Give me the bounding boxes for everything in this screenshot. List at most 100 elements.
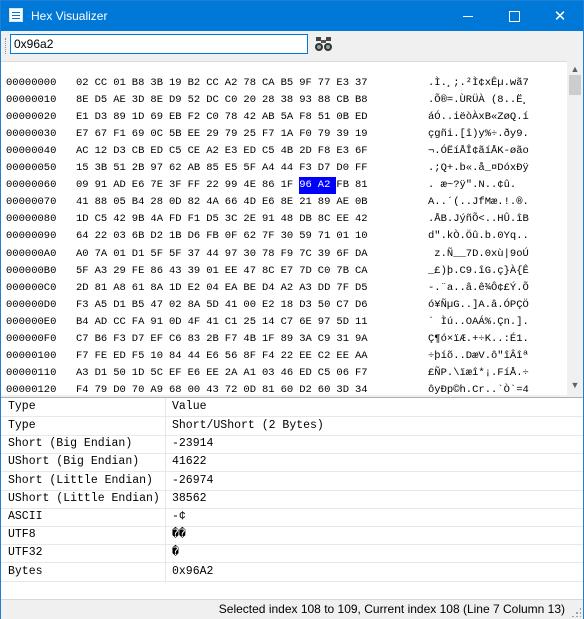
hex-byte[interactable]: EE — [225, 263, 243, 280]
hex-byte[interactable]: D4 — [262, 280, 280, 297]
hex-byte[interactable]: EB — [169, 109, 187, 126]
hex-byte[interactable]: 1F — [262, 331, 280, 348]
hex-byte[interactable]: D9 — [169, 92, 187, 109]
hex-byte[interactable]: 82 — [188, 194, 206, 211]
hex-byte[interactable]: E6 — [132, 177, 150, 194]
hex-byte[interactable]: 66 — [225, 194, 243, 211]
search-input[interactable] — [10, 34, 308, 54]
hex-byte[interactable]: 39 — [336, 126, 354, 143]
hex-byte[interactable]: 81 — [95, 280, 113, 297]
hex-byte[interactable]: 10 — [355, 228, 373, 245]
hex-byte[interactable]: F1 — [188, 211, 206, 228]
hex-byte[interactable]: F5 — [132, 348, 150, 365]
hex-byte[interactable]: 71 — [318, 228, 336, 245]
hex-row-ascii[interactable]: .;Q+.b«.å_¤DóxÐÿ — [428, 160, 529, 177]
hex-byte[interactable]: 69 — [132, 126, 150, 143]
hex-byte[interactable]: 3A — [299, 331, 317, 348]
hex-byte[interactable]: 4F — [188, 314, 206, 331]
hex-byte[interactable]: 2B — [206, 331, 224, 348]
hex-byte[interactable]: 8E — [150, 92, 168, 109]
hex-byte[interactable]: 5F — [76, 263, 94, 280]
hex-byte[interactable]: 05 — [113, 194, 131, 211]
hex-byte[interactable]: 30 — [243, 246, 261, 263]
hex-byte[interactable]: 0F — [225, 228, 243, 245]
hex-byte[interactable]: D0 — [336, 160, 354, 177]
hex-byte[interactable]: D5 — [355, 280, 373, 297]
hex-byte[interactable]: C5 — [262, 143, 280, 160]
hex-byte[interactable]: F7 — [262, 126, 280, 143]
hex-byte[interactable]: 41 — [76, 194, 94, 211]
hex-byte[interactable]: A4 — [262, 160, 280, 177]
hex-byte[interactable]: 22 — [95, 228, 113, 245]
hex-byte[interactable]: D3 — [95, 109, 113, 126]
hex-byte[interactable]: 62 — [169, 160, 187, 177]
hex-byte[interactable]: C7 — [336, 297, 354, 314]
property-row[interactable]: Bytes 0x96A2 — [1, 563, 583, 582]
hex-byte[interactable]: C1 — [225, 314, 243, 331]
hex-byte[interactable]: 3B — [95, 160, 113, 177]
hex-byte[interactable]: 91 — [95, 177, 113, 194]
hex-byte[interactable]: 8C — [318, 211, 336, 228]
hex-byte[interactable]: D7 — [318, 160, 336, 177]
hex-byte[interactable]: 0D — [169, 314, 187, 331]
hex-byte[interactable]: 7F — [262, 228, 280, 245]
hex-byte[interactable]: A2 — [281, 280, 299, 297]
hex-byte[interactable]: 8E — [281, 194, 299, 211]
hex-row-ascii[interactable]: .ÅB.JýñÕ<..HÛ.îB — [428, 211, 529, 228]
hex-byte[interactable]: 02 — [76, 75, 94, 92]
hex-byte[interactable]: D1 — [113, 297, 131, 314]
hex-byte[interactable]: 19 — [169, 75, 187, 92]
hex-byte[interactable]: F8 — [318, 143, 336, 160]
hex-byte[interactable]: 06 — [336, 365, 354, 382]
hex-byte[interactable]: 50 — [113, 365, 131, 382]
hex-byte[interactable]: D1 — [132, 246, 150, 263]
hex-byte[interactable]: C0 — [206, 109, 224, 126]
hex-byte[interactable]: 22 — [206, 177, 224, 194]
hex-row-ascii[interactable]: d".kÒ.Öû.b.0Yq.. — [428, 228, 529, 245]
hex-byte[interactable]: 8E — [76, 92, 94, 109]
hex-byte[interactable]: 91 — [150, 314, 168, 331]
hex-byte[interactable]: 9A — [355, 331, 373, 348]
hex-byte[interactable]: 38 — [281, 92, 299, 109]
property-row[interactable]: UTF32 � — [1, 544, 583, 564]
hex-byte[interactable]: F3 — [113, 331, 131, 348]
hex-byte[interactable]: 39 — [318, 246, 336, 263]
hex-byte[interactable]: 28 — [262, 92, 280, 109]
hex-byte[interactable]: 86 — [150, 263, 168, 280]
hex-byte[interactable]: 88 — [95, 194, 113, 211]
hex-byte[interactable]: BE — [243, 280, 261, 297]
hex-byte[interactable]: E7 — [76, 126, 94, 143]
hex-byte[interactable]: C7 — [76, 331, 94, 348]
hex-byte[interactable]: 6F — [336, 246, 354, 263]
hex-byte[interactable]: ED — [299, 365, 317, 382]
hex-byte[interactable]: EE — [206, 365, 224, 382]
hex-byte[interactable]: A0 — [76, 246, 94, 263]
hex-byte[interactable]: F7 — [76, 348, 94, 365]
hex-byte[interactable]: F8 — [299, 109, 317, 126]
hex-byte[interactable]: 9B — [132, 211, 150, 228]
hex-byte[interactable]: 31 — [336, 331, 354, 348]
close-button[interactable]: ✕ — [537, 1, 583, 31]
hex-byte[interactable]: F9 — [281, 246, 299, 263]
hex-byte[interactable]: E2 — [188, 280, 206, 297]
property-row[interactable]: ASCII -¢ — [1, 508, 583, 527]
hex-byte[interactable]: C6 — [169, 331, 187, 348]
hex-row[interactable]: 00000110 A3 D1 50 1D 5C EF E6 EE 2A A1 03 46 ED C5 06 F7… — [1, 365, 567, 382]
hex-byte[interactable]: 89 — [281, 331, 299, 348]
hex-byte[interactable]: F1 — [113, 126, 131, 143]
hex-byte[interactable]: 25 — [243, 126, 261, 143]
hex-row[interactable]: 00000090 64 22 03 6B D2 1B D6 FB 0F 62 7F 30 59 71 01 10… — [1, 228, 567, 245]
hex-byte[interactable]: E3 — [225, 143, 243, 160]
maximize-button[interactable] — [491, 1, 537, 31]
hex-byte[interactable]: FD — [169, 211, 187, 228]
hex-byte[interactable]: F3 — [76, 297, 94, 314]
hex-byte[interactable]: DB — [299, 211, 317, 228]
hex-byte[interactable]: 1F — [281, 177, 299, 194]
hex-byte[interactable]: CB — [336, 92, 354, 109]
hex-byte[interactable]: B4 — [132, 194, 150, 211]
hex-byte[interactable]: 6E — [299, 314, 317, 331]
hex-row[interactable]: 000000B0 5F A3 29 FE 86 43 39 01 EE 47 8C E7 7D C0 7B CA… — [1, 263, 567, 280]
hex-byte[interactable]: 43 — [169, 263, 187, 280]
hex-byte[interactable]: 5F — [243, 160, 261, 177]
hex-byte[interactable]: 11 — [355, 314, 373, 331]
